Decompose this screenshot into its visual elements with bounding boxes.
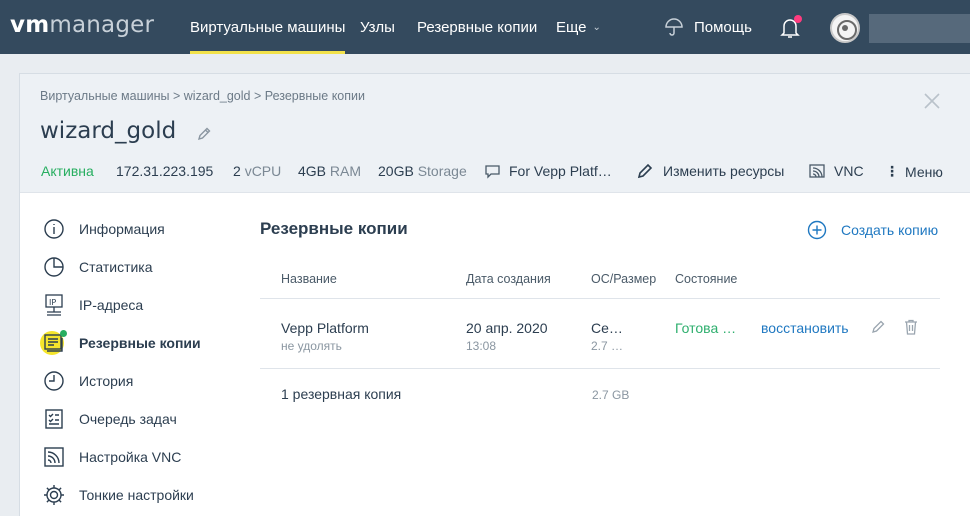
- top-bar: vmmanager Виртуальные машины Узлы Резерв…: [0, 0, 970, 54]
- sidebar-item-task-queue[interactable]: Очередь задач: [42, 407, 177, 431]
- task-list-icon: [45, 409, 63, 429]
- umbrella-icon: [665, 18, 683, 36]
- sidebar-item-advanced-settings[interactable]: Тонкие настройки: [42, 483, 194, 507]
- backup-time: 13:08: [466, 339, 497, 353]
- notifications-bell-icon[interactable]: [780, 15, 802, 39]
- clock-icon: [44, 371, 64, 391]
- close-icon[interactable]: [923, 92, 941, 110]
- vm-cpu: 2 vCPU: [233, 163, 282, 179]
- nav-backups[interactable]: Резервные копии: [417, 0, 537, 54]
- gear-icon: [44, 485, 64, 505]
- column-header-os-size[interactable]: ОС/Размер: [591, 272, 656, 286]
- comment-icon: [485, 164, 500, 179]
- vm-status: Активна: [41, 163, 94, 179]
- vm-storage: 20GB Storage: [378, 163, 467, 179]
- create-backup-button[interactable]: Создать копию: [807, 220, 938, 240]
- backup-os: Се…: [591, 320, 623, 336]
- vnc-icon: [44, 447, 64, 467]
- avatar[interactable]: [830, 13, 860, 43]
- column-header-date[interactable]: Дата создания: [466, 272, 551, 286]
- chevron-down-icon: ⌄: [592, 21, 601, 33]
- pencil-icon: [637, 163, 653, 179]
- vm-ip: 172.31.223.195: [116, 163, 214, 179]
- edit-name-pencil-icon[interactable]: [196, 126, 212, 142]
- sidebar-item-ip[interactable]: IP IP-адреса: [42, 293, 143, 317]
- notification-dot: [794, 15, 802, 23]
- vnc-icon: [809, 164, 825, 178]
- kebab-menu-icon: ⋮: [885, 163, 899, 179]
- sidebar-item-statistics[interactable]: Статистика: [42, 255, 153, 279]
- vnc-button[interactable]: VNC: [808, 163, 864, 179]
- divider: [260, 298, 940, 299]
- logo[interactable]: vmmanager: [10, 12, 154, 38]
- divider: [260, 368, 940, 369]
- nav-more[interactable]: Еще ⌄: [556, 0, 601, 54]
- sidebar-item-history[interactable]: История: [42, 369, 133, 393]
- pie-chart-icon: [44, 257, 64, 277]
- user-name-redacted[interactable]: [869, 14, 970, 43]
- sidebar-item-backups[interactable]: Резервные копии: [40, 330, 201, 355]
- restore-link[interactable]: восстановить: [761, 320, 849, 336]
- plus-circle-icon: [807, 220, 827, 240]
- edit-resources-button[interactable]: Изменить ресурсы: [637, 163, 784, 179]
- backup-icon: [40, 330, 67, 355]
- vm-ram: 4GB RAM: [298, 163, 362, 179]
- nav-virtual-machines[interactable]: Виртуальные машины: [190, 0, 346, 54]
- vm-card: Виртуальные машины > wizard_gold > Резер…: [19, 73, 970, 516]
- sidebar-item-vnc-settings[interactable]: Настройка VNC: [42, 445, 181, 469]
- breadcrumb-vm[interactable]: wizard_gold: [184, 89, 251, 103]
- ip-icon: IP: [45, 294, 63, 316]
- backup-count: 1 резервная копия: [281, 386, 402, 402]
- column-header-state[interactable]: Состояние: [675, 272, 737, 286]
- help-button[interactable]: Помощь: [664, 0, 752, 54]
- backup-name: Vepp Platform: [281, 320, 369, 336]
- menu-button[interactable]: ⋮ Меню: [885, 163, 943, 180]
- vm-header: Виртуальные машины > wizard_gold > Резер…: [20, 74, 970, 193]
- breadcrumb-backups: Резервные копии: [264, 89, 365, 103]
- info-icon: [44, 219, 64, 239]
- vm-comment[interactable]: For Vepp Platf…: [484, 163, 612, 179]
- breadcrumb: Виртуальные машины > wizard_gold > Резер…: [40, 89, 365, 103]
- breadcrumb-virtual-machines[interactable]: Виртуальные машины: [40, 89, 170, 103]
- edit-pencil-icon[interactable]: [871, 319, 886, 334]
- backup-total-size: 2.7 GB: [592, 388, 630, 402]
- trash-icon[interactable]: [904, 319, 918, 335]
- sidebar-item-info[interactable]: Информация: [42, 217, 165, 241]
- svg-text:IP: IP: [49, 298, 56, 307]
- backup-note: не удолять: [281, 339, 342, 353]
- backup-date: 20 апр. 2020: [466, 320, 548, 336]
- backup-size: 2.7 …: [591, 339, 624, 353]
- page-title: wizard_gold: [40, 118, 177, 144]
- backup-state: Готова …: [675, 320, 737, 336]
- section-title: Резервные копии: [260, 219, 408, 238]
- nav-nodes[interactable]: Узлы: [360, 0, 395, 54]
- new-indicator-dot: [60, 330, 67, 337]
- column-header-name[interactable]: Название: [281, 272, 337, 286]
